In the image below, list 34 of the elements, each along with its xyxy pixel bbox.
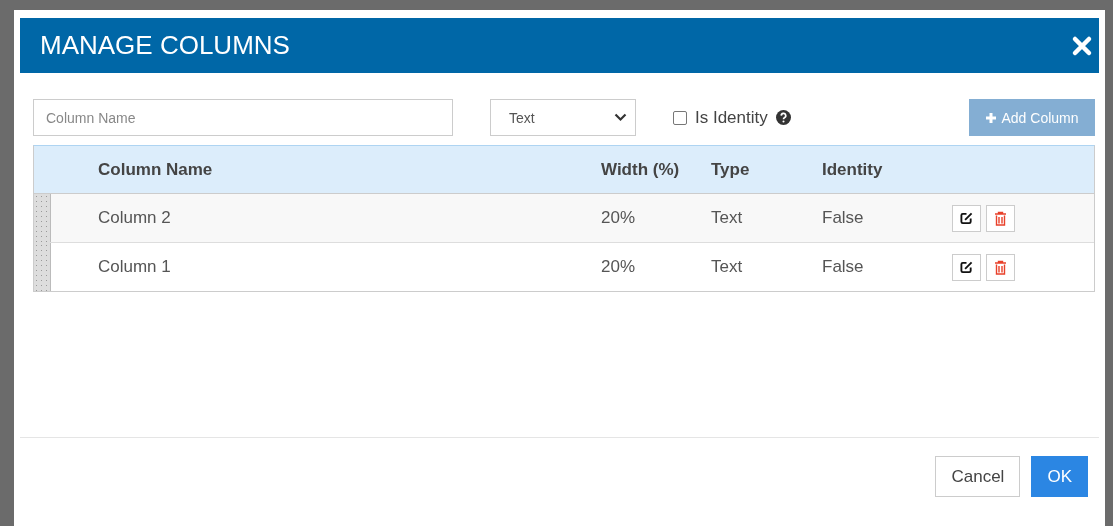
delete-button[interactable]: [986, 253, 1015, 281]
type-select[interactable]: Text: [490, 99, 636, 136]
column-header: Identity: [822, 159, 884, 180]
table-cell-text: Text: [711, 208, 744, 228]
table-cell-text: Text: [711, 257, 744, 277]
table-cell-text: 20%: [601, 208, 637, 228]
column-header: Type: [711, 159, 751, 180]
table-cell-text: False: [822, 257, 865, 277]
ok-button[interactable]: OK: [1031, 456, 1088, 497]
table-cell-text: Column 2: [98, 208, 172, 228]
drag-handle[interactable]: [34, 194, 51, 242]
column-header: Column Name: [98, 159, 214, 180]
trash-icon: [994, 259, 1007, 275]
close-button[interactable]: [1071, 34, 1093, 57]
plus-icon: [985, 111, 998, 124]
delete-button[interactable]: [986, 204, 1015, 232]
edit-icon: [960, 211, 973, 225]
table-row[interactable]: Column 2 20% Text False: [34, 194, 1094, 243]
column-name-field[interactable]: Column Name: [33, 99, 453, 136]
edit-icon: [960, 260, 973, 274]
edit-button[interactable]: [952, 253, 981, 281]
identity-checkbox[interactable]: [673, 110, 687, 125]
drag-handle[interactable]: [34, 243, 51, 291]
table-cell-text: 20%: [601, 257, 637, 277]
column-header: Width (%): [601, 159, 681, 180]
table-cell-text: Column 1: [98, 257, 172, 277]
trash-icon: [994, 210, 1007, 226]
dialog-title: MANAGE COLUMNS: [40, 30, 290, 61]
identity-label: Is Identity: [695, 107, 768, 128]
edit-button[interactable]: [952, 204, 981, 232]
cancel-button[interactable]: Cancel: [935, 456, 1021, 497]
chevron-down-icon: [614, 113, 627, 122]
help-icon[interactable]: [775, 110, 791, 125]
table-cell-text: False: [822, 208, 865, 228]
